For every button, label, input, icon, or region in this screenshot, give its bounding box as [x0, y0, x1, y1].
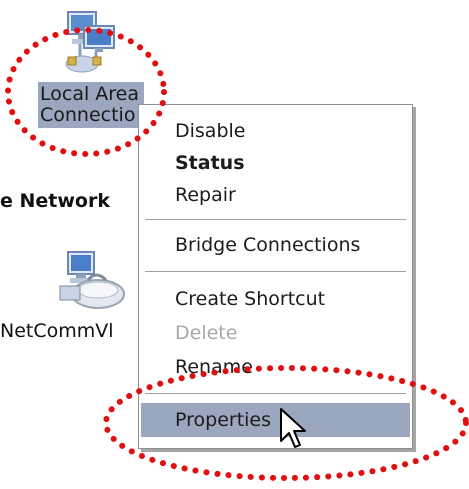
local-area-connection-label[interactable]: Local Area Connectio [38, 82, 144, 128]
context-menu: Disable Status Repair Bridge Connections… [138, 104, 413, 449]
menu-item-properties[interactable]: Properties [141, 403, 410, 437]
lan-label-line1: Local Area [40, 83, 140, 105]
menu-item-repair[interactable]: Repair [141, 179, 410, 211]
netcomm-connection-label[interactable]: NetCommVl [0, 320, 114, 342]
menu-separator [145, 393, 406, 395]
menu-separator [145, 219, 406, 221]
menu-item-status[interactable]: Status [141, 147, 410, 179]
network-connection-icon[interactable] [60, 8, 122, 78]
netcomm-connection-icon[interactable] [50, 246, 128, 316]
menu-separator [145, 271, 406, 273]
lan-label-line2: Connectio [40, 104, 136, 126]
menu-item-create-shortcut[interactable]: Create Shortcut [141, 283, 410, 315]
menu-item-delete: Delete [175, 322, 238, 344]
network-section-heading: e Network [0, 190, 110, 212]
mouse-pointer-icon [280, 408, 306, 448]
menu-item-bridge-connections[interactable]: Bridge Connections [141, 229, 410, 261]
menu-item-disable[interactable]: Disable [141, 115, 410, 147]
menu-item-rename[interactable]: Rename [141, 351, 410, 383]
